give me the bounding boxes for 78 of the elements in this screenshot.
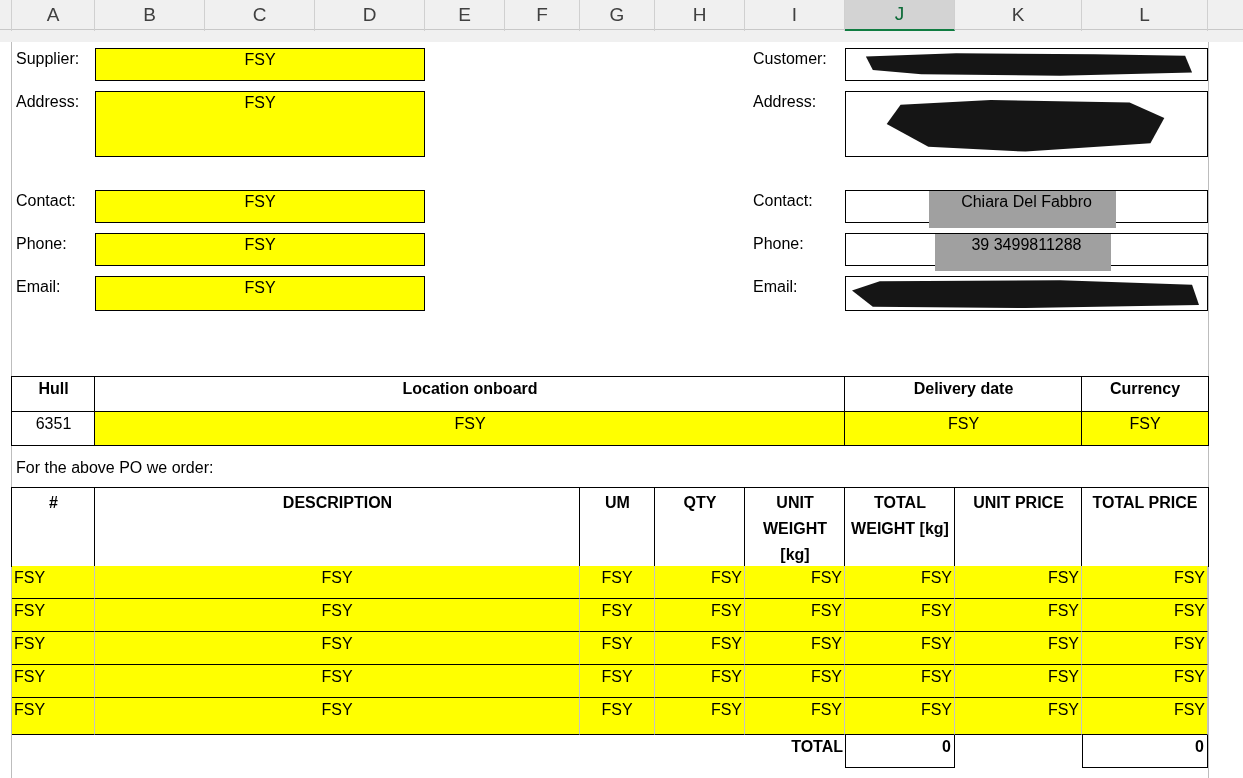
table-cell: FSY: [95, 665, 580, 698]
table-cell: FSY: [580, 599, 655, 632]
column-header[interactable]: F: [505, 0, 580, 31]
table-cell: FSY: [745, 599, 845, 632]
field-label: Customer:: [752, 49, 828, 69]
field-label: Phone:: [15, 234, 68, 254]
table-cell: FSY: [745, 632, 845, 665]
table-cell: FSY: [655, 566, 745, 599]
table-cell: FSY: [95, 412, 845, 445]
table-cell: FSY: [12, 698, 95, 735]
total-cell: 0: [1082, 735, 1208, 768]
field-label: Supplier:: [15, 49, 81, 69]
field-label: Address:: [752, 92, 818, 112]
table-cell: FSY: [95, 566, 580, 599]
column-header[interactable]: K: [955, 0, 1082, 31]
table-cell: FSY: [12, 566, 95, 599]
column-header[interactable]: G: [580, 0, 655, 31]
table-cell: FSY: [1082, 412, 1208, 445]
value-cell: FSY: [95, 276, 425, 311]
table-cell: FSY: [95, 632, 580, 665]
table-cell: FSY: [955, 566, 1082, 599]
table-cell: FSY: [655, 632, 745, 665]
column-header: Delivery date: [845, 377, 1082, 412]
table-cell: FSY: [580, 632, 655, 665]
column-header: Location onboard: [95, 377, 845, 412]
table-cell: FSY: [845, 665, 955, 698]
column-header[interactable]: B: [95, 0, 205, 31]
field-value: 39 3499811288: [971, 235, 1082, 255]
field-label: Contact:: [752, 191, 814, 211]
table-cell: FSY: [95, 698, 580, 735]
column-header[interactable]: D: [315, 0, 425, 31]
table-cell: FSY: [1082, 632, 1208, 665]
value-cell: FSY: [95, 48, 425, 81]
column-header[interactable]: C: [205, 0, 315, 31]
value-cell: FSY: [95, 190, 425, 223]
column-header[interactable]: L: [1082, 0, 1208, 31]
table-cell: FSY: [845, 632, 955, 665]
table-cell: FSY: [12, 632, 95, 665]
table-cell: FSY: [955, 698, 1082, 735]
table-cell: FSY: [580, 698, 655, 735]
column-header[interactable]: J: [845, 0, 955, 31]
column-header[interactable]: H: [655, 0, 745, 31]
table-cell: FSY: [12, 665, 95, 698]
value-cell: FSY: [95, 91, 425, 157]
table-cell: FSY: [745, 665, 845, 698]
table-cell: FSY: [845, 566, 955, 599]
field-label: Email:: [15, 277, 62, 297]
column-header[interactable]: E: [425, 0, 505, 31]
table-cell: FSY: [655, 698, 745, 735]
table-cell: FSY: [1082, 599, 1208, 632]
field-label: Email:: [752, 277, 799, 297]
column-header: Hull: [12, 377, 95, 412]
table-cell: FSY: [745, 698, 845, 735]
table-cell: FSY: [955, 665, 1082, 698]
table-cell: FSY: [655, 665, 745, 698]
table-cell: FSY: [845, 698, 955, 735]
table-cell: FSY: [1082, 566, 1208, 599]
field-value: Chiara Del Fabbro: [961, 192, 1092, 212]
table-cell: FSY: [655, 599, 745, 632]
table-cell: FSY: [95, 599, 580, 632]
field-label: Address:: [15, 92, 81, 112]
order-note: For the above PO we order:: [15, 458, 215, 478]
table-cell: FSY: [845, 412, 1082, 445]
total-cell: 0: [845, 735, 955, 768]
total-label: TOTAL: [790, 737, 844, 757]
table-cell: FSY: [12, 599, 95, 632]
field-label: Phone:: [752, 234, 805, 254]
table-cell: FSY: [580, 566, 655, 599]
table-cell: FSY: [580, 665, 655, 698]
table-cell: FSY: [955, 599, 1082, 632]
column-header[interactable]: A: [12, 0, 95, 31]
field-label: Contact:: [15, 191, 77, 211]
table-cell: FSY: [955, 632, 1082, 665]
value-cell: FSY: [95, 233, 425, 266]
table-cell: FSY: [1082, 665, 1208, 698]
table-cell: FSY: [845, 599, 955, 632]
table-cell: FSY: [1082, 698, 1208, 735]
table-cell: FSY: [745, 566, 845, 599]
